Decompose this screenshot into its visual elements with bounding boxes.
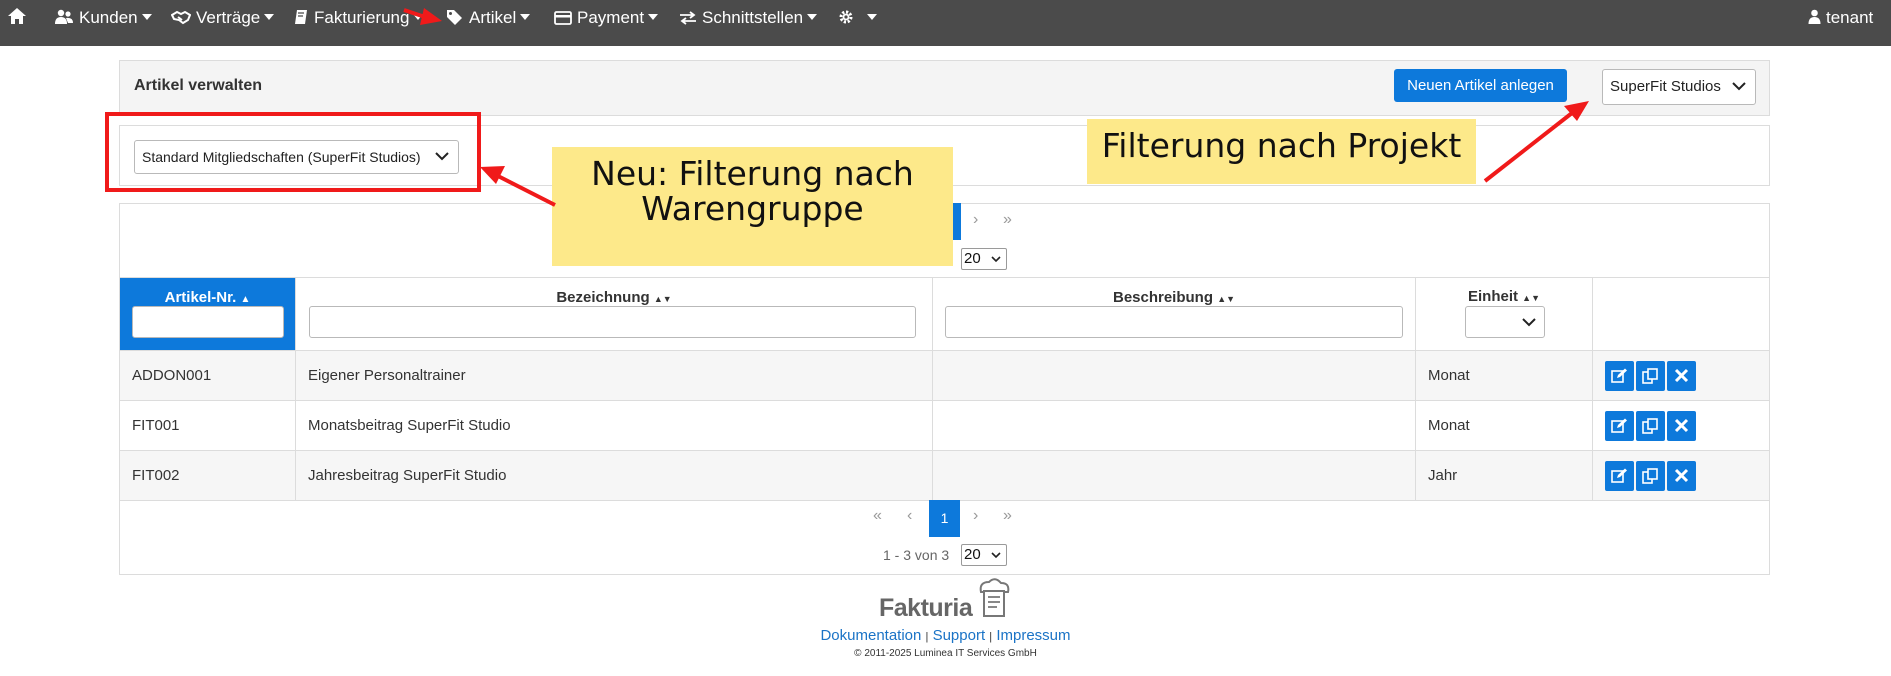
annotation-arrow-projekt (1483, 101, 1589, 183)
fakturia-logo: Fakturia (879, 578, 1011, 624)
copyright-text: © 2011-2025 Luminea IT Services GmbH (854, 648, 1037, 659)
footer-separator: | (989, 631, 993, 643)
footer-links: Dokumentation | Support | Impressum (0, 627, 1891, 644)
annotation-arrow-artikel (403, 8, 442, 25)
annotation-arrows (403, 8, 1589, 207)
footer-link-impressum[interactable]: Impressum (996, 627, 1070, 644)
footer-link-dokumentation[interactable]: Dokumentation (820, 627, 921, 644)
footer-link-support[interactable]: Support (933, 627, 986, 644)
annotation-arrow-warengruppe (480, 166, 556, 207)
logo-text: Fakturia (879, 594, 973, 622)
cloud-invoice-icon (979, 578, 1010, 617)
footer-separator: | (925, 631, 929, 643)
